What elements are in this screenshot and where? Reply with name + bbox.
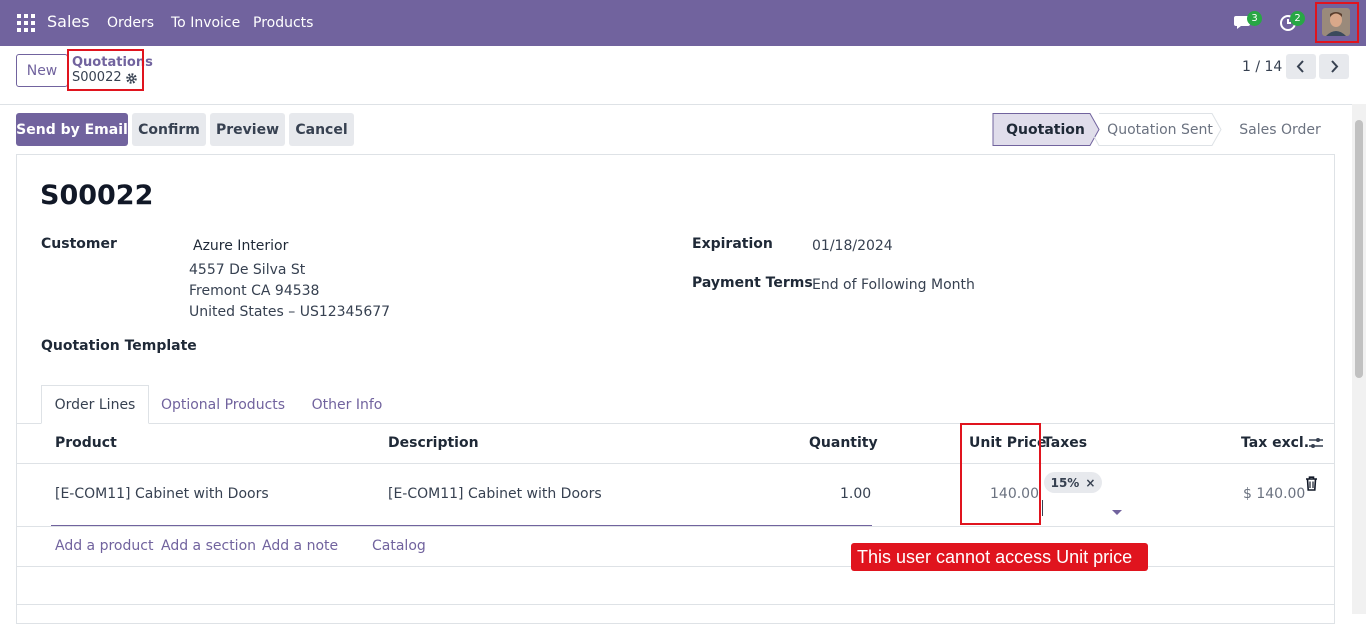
add-section-link[interactable]: Add a section [161, 538, 256, 554]
row-divider [16, 526, 1335, 527]
taxes-input-cursor [1042, 500, 1043, 516]
breadcrumb-highlight-box [67, 49, 144, 91]
control-panel: New Quotations S00022 1 / 14 [0, 46, 1366, 105]
menu-to-invoice[interactable]: To Invoice [171, 15, 240, 31]
payment-terms-field[interactable]: End of Following Month [812, 277, 975, 293]
new-button[interactable]: New [16, 54, 68, 87]
add-note-link[interactable]: Add a note [262, 538, 338, 554]
restriction-callout: This user cannot access Unit price [851, 543, 1148, 571]
column-quantity[interactable]: Quantity [809, 435, 878, 451]
messages-icon[interactable]: 3 [1234, 11, 1262, 34]
activities-icon[interactable]: 2 [1278, 11, 1305, 34]
column-tax-excl[interactable]: Tax excl. [1241, 435, 1309, 451]
scrollbar-thumb[interactable] [1355, 120, 1363, 378]
tab-order-lines[interactable]: Order Lines [41, 385, 149, 424]
tax-tag-label: 15% [1050, 475, 1080, 490]
taxes-dropdown-caret-icon[interactable] [1112, 504, 1122, 520]
app-name[interactable]: Sales [47, 12, 90, 31]
tab-other-info[interactable]: Other Info [304, 385, 390, 424]
trash-icon[interactable] [1305, 476, 1318, 495]
optional-columns-icon[interactable] [1308, 435, 1324, 455]
catalog-button[interactable]: Catalog [372, 538, 426, 554]
customer-field[interactable]: Azure Interior [193, 238, 288, 254]
row-quantity[interactable]: 1.00 [840, 486, 871, 502]
expiration-label: Expiration [692, 236, 773, 252]
apps-grid-icon[interactable] [17, 14, 35, 32]
send-by-email-button[interactable]: Send by Email [16, 113, 128, 146]
stage-sales-order[interactable]: Sales Order [1228, 113, 1332, 146]
column-product[interactable]: Product [55, 435, 117, 451]
cancel-button[interactable]: Cancel [289, 113, 354, 146]
column-description[interactable]: Description [388, 435, 479, 451]
payment-terms-label: Payment Terms [692, 275, 813, 291]
add-product-link[interactable]: Add a product [55, 538, 153, 554]
menu-products[interactable]: Products [253, 15, 313, 31]
menu-orders[interactable]: Orders [107, 15, 154, 31]
record-title: S00022 [40, 180, 154, 211]
row-description[interactable]: [E-COM11] Cabinet with Doors [388, 486, 602, 502]
stage-quotation-sent[interactable]: Quotation Sent [1104, 113, 1216, 146]
row-product[interactable]: [E-COM11] Cabinet with Doors [55, 486, 269, 502]
tab-optional-products[interactable]: Optional Products [155, 385, 291, 424]
tax-tag[interactable]: 15% × [1044, 472, 1102, 493]
row-tax-excl: $ 140.00 [1243, 486, 1306, 502]
top-navbar: Sales Orders To Invoice Products 3 2 [0, 0, 1366, 46]
avatar-highlight-box [1315, 2, 1359, 43]
customer-address-line2: Fremont CA 94538 [189, 283, 320, 299]
customer-address-line3: United States – US12345677 [189, 304, 391, 320]
expiration-field[interactable]: 01/18/2024 [812, 238, 893, 254]
messages-badge: 3 [1247, 11, 1262, 26]
confirm-button[interactable]: Confirm [132, 113, 206, 146]
pager-previous-button[interactable] [1286, 54, 1316, 79]
pager-value: 1 / 14 [1242, 59, 1283, 75]
unit-price-highlight-box [960, 423, 1041, 525]
activities-badge: 2 [1290, 11, 1305, 26]
customer-label: Customer [41, 236, 117, 252]
pager-next-button[interactable] [1319, 54, 1349, 79]
remove-tag-icon[interactable]: × [1085, 476, 1095, 490]
customer-address-line1: 4557 De Silva St [189, 262, 306, 278]
preview-button[interactable]: Preview [210, 113, 285, 146]
quotation-template-label: Quotation Template [41, 338, 197, 354]
stage-quotation[interactable]: Quotation [993, 113, 1098, 146]
column-taxes[interactable]: Taxes [1043, 435, 1087, 451]
bottom-divider [16, 604, 1335, 605]
